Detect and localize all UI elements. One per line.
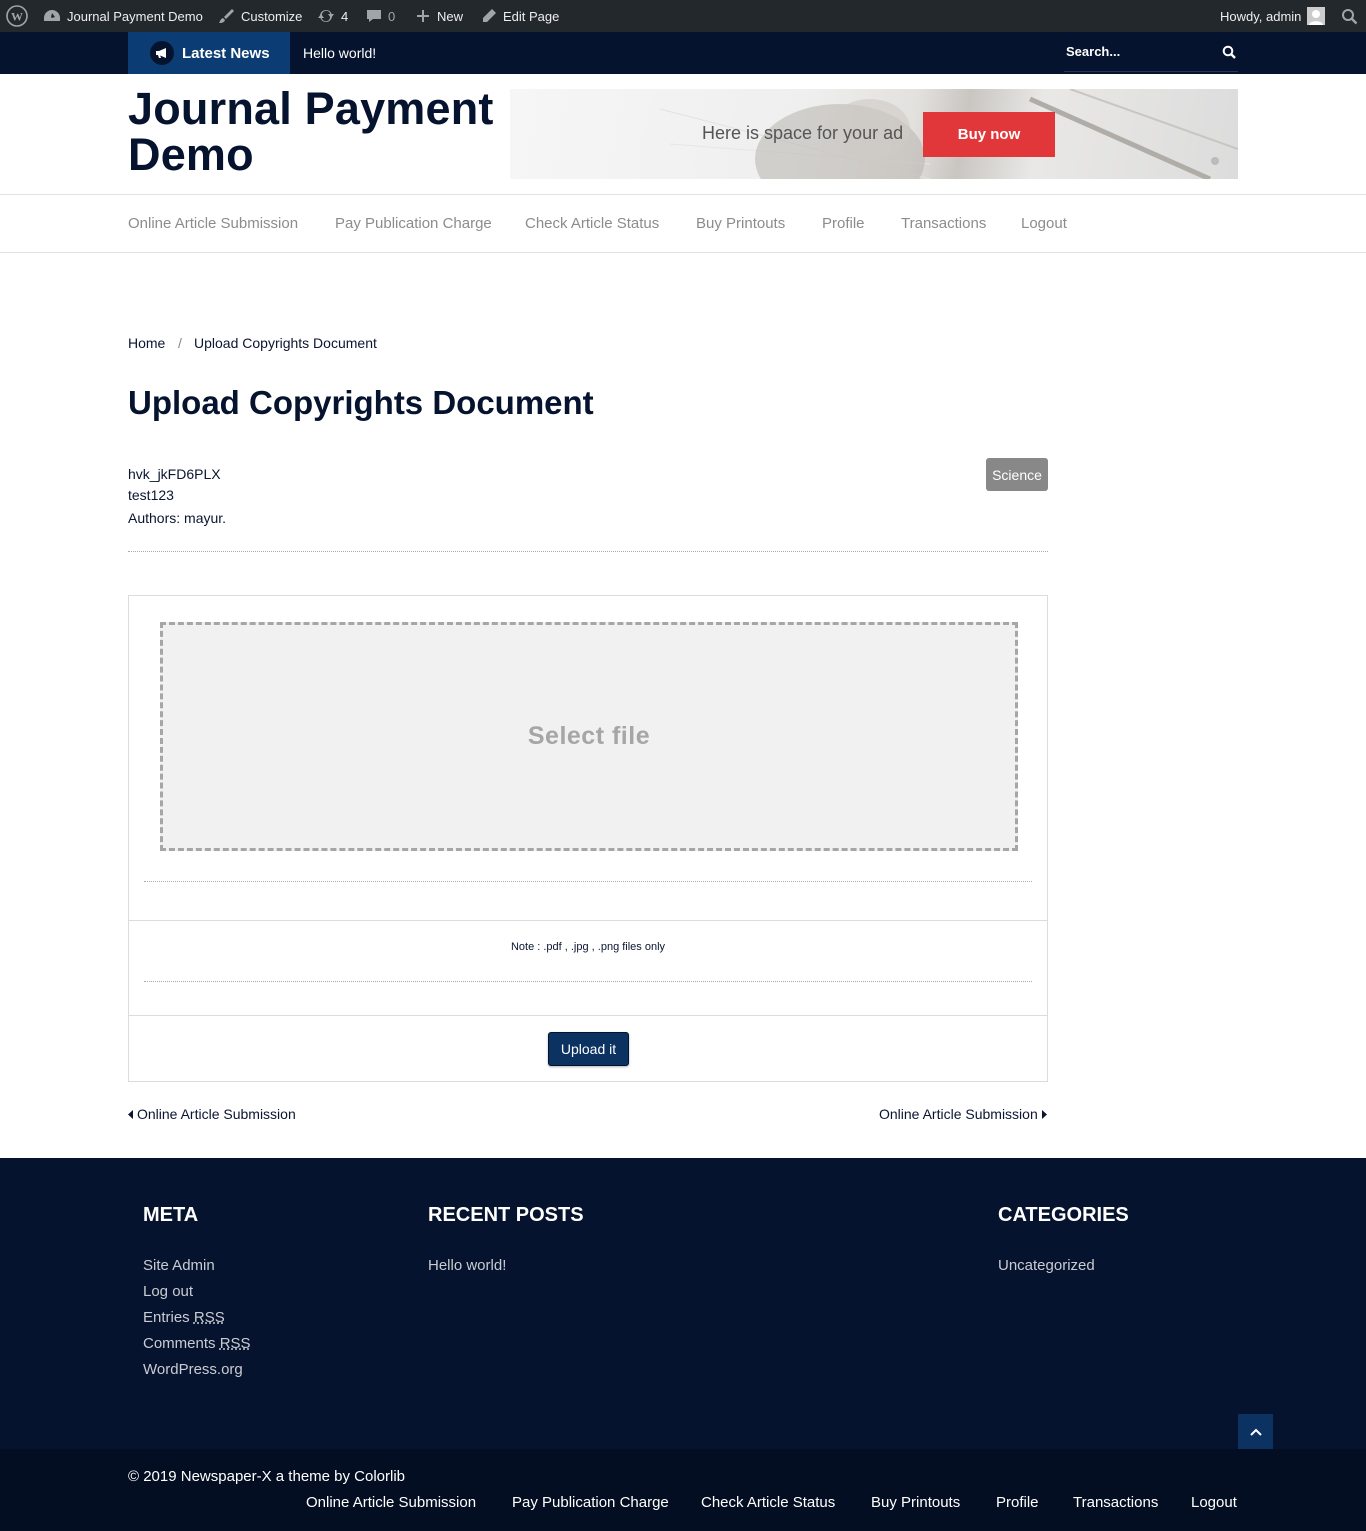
footer-link-site-admin[interactable]: Site Admin [143,1257,215,1274]
wordpress-logo-icon[interactable]: W [6,0,28,32]
page-title: Upload Copyrights Document [128,384,594,421]
article-authors: Authors: mayur. [128,510,227,526]
footer: META Site Admin Log out Entries RSS Comm… [0,1158,1366,1449]
upload-form: Select file Note : .pdf , .jpg , .png fi… [128,595,1048,1082]
dashboard-icon [44,10,60,21]
admin-site-link[interactable]: Journal Payment Demo [43,0,203,32]
footer-nav-buy-printouts[interactable]: Buy Printouts [871,1494,960,1511]
footer-nav-transactions[interactable]: Transactions [1073,1494,1158,1511]
admin-edit-page-link[interactable]: Edit Page [481,0,559,32]
footer-link-entries-rss[interactable]: Entries RSS [143,1309,225,1326]
back-to-top-button[interactable] [1238,1414,1273,1449]
divider [144,881,1032,882]
header-search [1064,32,1238,72]
customize-label: Customize [241,8,303,24]
divider [129,1015,1047,1016]
rss-abbr: RSS [193,1309,225,1326]
comment-icon [367,10,381,22]
ticker-item[interactable]: Hello world! [303,32,376,74]
copyright: © 2019 Newspaper-X a theme by Colorlib [128,1468,406,1485]
previous-post-label: Online Article Submission [137,1106,296,1122]
pencil-icon [483,9,496,22]
nav-profile[interactable]: Profile [822,215,865,232]
howdy-label: Howdy, admin [1220,8,1302,24]
divider [128,551,1048,552]
footer-link-wordpress[interactable]: WordPress.org [143,1361,243,1378]
admin-search-icon[interactable] [1341,0,1358,32]
admin-account-link[interactable]: Howdy, admin [1220,0,1326,32]
plus-icon [417,10,429,22]
latest-news-label: Latest News [128,32,290,74]
nav-online-article-submission[interactable]: Online Article Submission [128,215,298,232]
file-type-note: Note : .pdf , .jpg , .png files only [510,941,666,953]
latest-news-text: Latest News [182,44,270,62]
next-post-link[interactable]: Online Article Submission [879,1106,1047,1122]
news-bar: Latest News Hello world! [0,32,1366,74]
buy-now-button[interactable]: Buy now [923,112,1055,157]
footer-nav-online-article-submission[interactable]: Online Article Submission [306,1494,476,1511]
updates-icon [318,10,334,22]
category-badge[interactable]: Science [986,458,1048,491]
footer-nav-pay-publication-charge[interactable]: Pay Publication Charge [512,1494,669,1511]
edit-page-label: Edit Page [503,8,560,24]
updates-count: 4 [341,8,349,24]
next-post-label: Online Article Submission [879,1106,1038,1122]
article-name: test123 [128,487,174,503]
divider [144,981,1032,982]
breadcrumb-separator: / [178,335,182,351]
recent-posts-title: RECENT POSTS [428,1204,584,1226]
nav-check-article-status[interactable]: Check Article Status [525,215,659,232]
file-dropzone[interactable]: Select file [160,622,1018,851]
comments-count: 0 [388,8,396,24]
article-id: hvk_jkFD6PLX [128,466,221,482]
avatar [1307,7,1326,25]
rss-abbr: RSS [219,1335,251,1352]
nav-pay-publication-charge[interactable]: Pay Publication Charge [335,215,492,232]
admin-customize-link[interactable]: Customize [217,0,302,32]
footer-link-log-out[interactable]: Log out [143,1283,193,1300]
admin-updates-link[interactable]: 4 [317,0,348,32]
main-navigation: Online Article Submission Pay Publicatio… [0,194,1366,253]
previous-post-link[interactable]: Online Article Submission [128,1106,296,1122]
new-label: New [437,8,464,24]
chevron-up-icon [1249,1428,1262,1436]
brush-icon [219,9,234,23]
nav-logout[interactable]: Logout [1021,215,1067,232]
footer-nav-logout[interactable]: Logout [1191,1494,1237,1511]
comments-label: Comments [143,1335,220,1352]
footer-nav-check-article-status[interactable]: Check Article Status [701,1494,835,1511]
categories-title: CATEGORIES [998,1204,1129,1226]
admin-new-link[interactable]: New [415,0,463,32]
recent-post-link[interactable]: Hello world! [428,1257,506,1274]
footer-nav-profile[interactable]: Profile [996,1494,1039,1511]
admin-site-name: Journal Payment Demo [67,8,203,24]
search-icon[interactable] [1222,45,1236,59]
admin-comments-link[interactable]: 0 [366,0,395,32]
footer-link-comments-rss[interactable]: Comments RSS [143,1335,251,1352]
category-link[interactable]: Uncategorized [998,1257,1095,1274]
caret-left-icon [128,1109,133,1119]
entries-label: Entries [143,1309,194,1326]
meta-widget-title: META [143,1204,199,1226]
svg-text:W: W [11,10,23,24]
site-logo[interactable]: Journal Payment Demo [128,86,508,178]
admin-bar: W Journal Payment Demo Customize 4 0 New… [0,0,1366,32]
caret-right-icon [1041,1109,1047,1119]
nav-transactions[interactable]: Transactions [901,215,986,232]
breadcrumb-home[interactable]: Home [128,335,165,351]
divider [129,920,1047,921]
breadcrumb-current: Upload Copyrights Document [194,335,377,351]
footer-bottom-bar: © 2019 Newspaper-X a theme by Colorlib O… [0,1449,1366,1531]
ad-banner[interactable]: Here is space for your ad Buy now [510,89,1238,179]
ad-text: Here is space for your ad [702,123,904,143]
nav-buy-printouts[interactable]: Buy Printouts [696,215,785,232]
megaphone-icon [150,41,174,65]
search-input[interactable] [1066,44,1206,59]
upload-button[interactable]: Upload it [548,1032,629,1066]
